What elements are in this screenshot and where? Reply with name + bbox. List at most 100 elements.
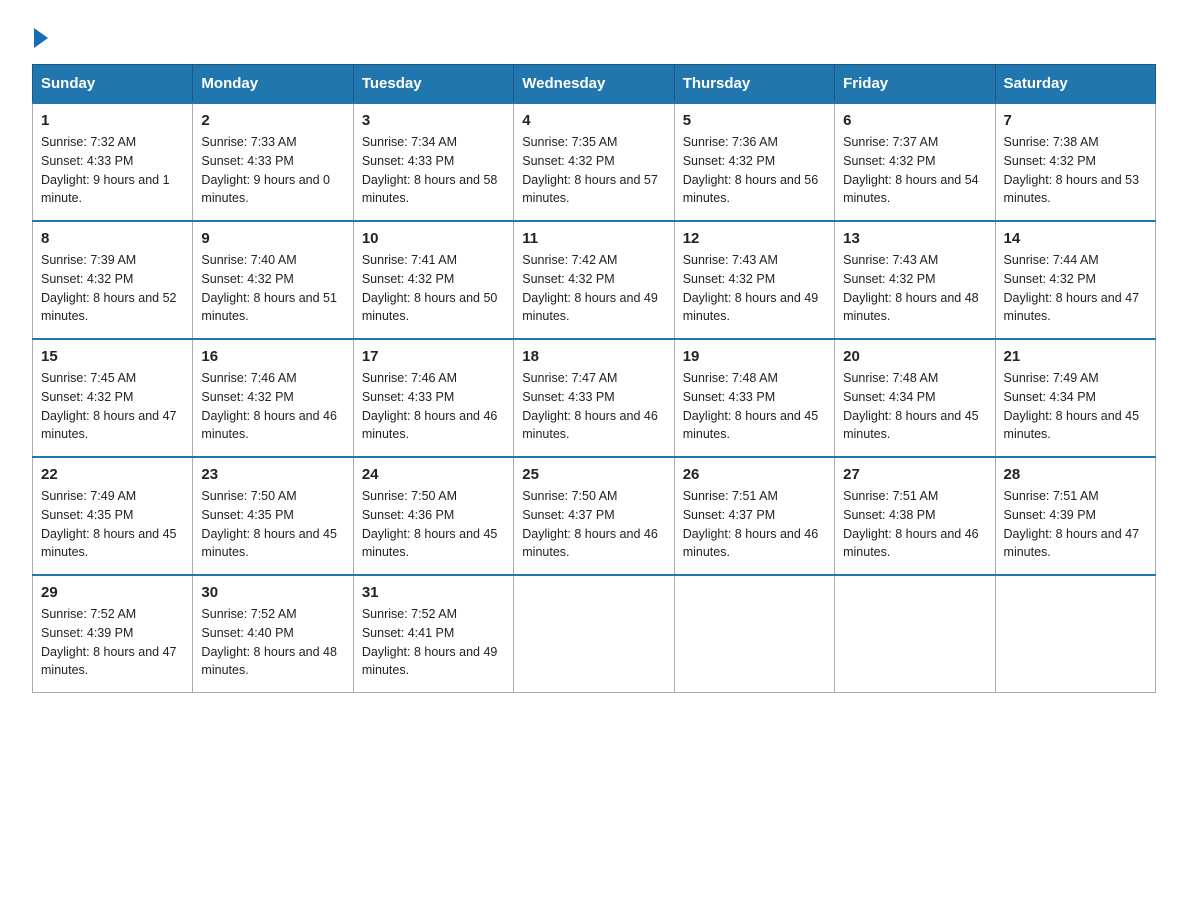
calendar-cell: 11 Sunrise: 7:42 AMSunset: 4:32 PMDayligh… [514, 221, 674, 339]
day-number: 11 [522, 230, 665, 247]
day-info: Sunrise: 7:36 AMSunset: 4:32 PMDaylight:… [683, 133, 826, 208]
day-info: Sunrise: 7:48 AMSunset: 4:33 PMDaylight:… [683, 369, 826, 444]
calendar-cell: 1 Sunrise: 7:32 AMSunset: 4:33 PMDaylight… [33, 103, 193, 221]
day-number: 19 [683, 348, 826, 365]
day-info: Sunrise: 7:46 AMSunset: 4:33 PMDaylight:… [362, 369, 505, 444]
day-number: 25 [522, 466, 665, 483]
col-header-friday: Friday [835, 65, 995, 104]
col-header-wednesday: Wednesday [514, 65, 674, 104]
day-number: 3 [362, 112, 505, 129]
day-info: Sunrise: 7:49 AMSunset: 4:35 PMDaylight:… [41, 487, 184, 562]
day-number: 27 [843, 466, 986, 483]
calendar-cell: 31 Sunrise: 7:52 AMSunset: 4:41 PMDayligh… [353, 575, 513, 693]
calendar-cell [514, 575, 674, 693]
calendar-cell: 29 Sunrise: 7:52 AMSunset: 4:39 PMDayligh… [33, 575, 193, 693]
day-number: 22 [41, 466, 184, 483]
col-header-sunday: Sunday [33, 65, 193, 104]
calendar-cell: 18 Sunrise: 7:47 AMSunset: 4:33 PMDayligh… [514, 339, 674, 457]
calendar-cell: 9 Sunrise: 7:40 AMSunset: 4:32 PMDaylight… [193, 221, 353, 339]
calendar-cell: 12 Sunrise: 7:43 AMSunset: 4:32 PMDayligh… [674, 221, 834, 339]
day-info: Sunrise: 7:35 AMSunset: 4:32 PMDaylight:… [522, 133, 665, 208]
calendar-cell: 27Sunrise: 7:51 AMSunset: 4:38 PMDayligh… [835, 457, 995, 575]
day-info: Sunrise: 7:45 AMSunset: 4:32 PMDaylight:… [41, 369, 184, 444]
day-number: 5 [683, 112, 826, 129]
calendar-cell: 21 Sunrise: 7:49 AMSunset: 4:34 PMDayligh… [995, 339, 1155, 457]
logo [32, 24, 48, 48]
day-info: Sunrise: 7:48 AMSunset: 4:34 PMDaylight:… [843, 369, 986, 444]
calendar-cell: 3 Sunrise: 7:34 AMSunset: 4:33 PMDaylight… [353, 103, 513, 221]
day-number: 8 [41, 230, 184, 247]
day-number: 16 [201, 348, 344, 365]
day-info: Sunrise: 7:34 AMSunset: 4:33 PMDaylight:… [362, 133, 505, 208]
week-row-2: 8 Sunrise: 7:39 AMSunset: 4:32 PMDaylight… [33, 221, 1156, 339]
day-number: 29 [41, 584, 184, 601]
day-number: 18 [522, 348, 665, 365]
day-info: Sunrise: 7:52 AMSunset: 4:40 PMDaylight:… [201, 605, 344, 680]
day-number: 14 [1004, 230, 1147, 247]
calendar-cell: 5 Sunrise: 7:36 AMSunset: 4:32 PMDaylight… [674, 103, 834, 221]
day-info: Sunrise: 7:40 AMSunset: 4:32 PMDaylight:… [201, 251, 344, 326]
day-info: Sunrise: 7:49 AMSunset: 4:34 PMDaylight:… [1004, 369, 1147, 444]
day-info: Sunrise: 7:44 AMSunset: 4:32 PMDaylight:… [1004, 251, 1147, 326]
calendar-cell: 30 Sunrise: 7:52 AMSunset: 4:40 PMDayligh… [193, 575, 353, 693]
day-number: 20 [843, 348, 986, 365]
day-info: Sunrise: 7:43 AMSunset: 4:32 PMDaylight:… [683, 251, 826, 326]
day-info: Sunrise: 7:50 AMSunset: 4:35 PMDaylight:… [201, 487, 344, 562]
day-number: 28 [1004, 466, 1147, 483]
day-number: 31 [362, 584, 505, 601]
calendar-cell: 25Sunrise: 7:50 AMSunset: 4:37 PMDayligh… [514, 457, 674, 575]
calendar-cell: 8 Sunrise: 7:39 AMSunset: 4:32 PMDaylight… [33, 221, 193, 339]
calendar-header-row: SundayMondayTuesdayWednesdayThursdayFrid… [33, 65, 1156, 104]
day-number: 15 [41, 348, 184, 365]
calendar-cell: 2 Sunrise: 7:33 AMSunset: 4:33 PMDaylight… [193, 103, 353, 221]
calendar-cell: 17 Sunrise: 7:46 AMSunset: 4:33 PMDayligh… [353, 339, 513, 457]
calendar-cell: 28Sunrise: 7:51 AMSunset: 4:39 PMDayligh… [995, 457, 1155, 575]
day-number: 23 [201, 466, 344, 483]
day-number: 7 [1004, 112, 1147, 129]
calendar-table: SundayMondayTuesdayWednesdayThursdayFrid… [32, 64, 1156, 693]
calendar-cell: 14 Sunrise: 7:44 AMSunset: 4:32 PMDayligh… [995, 221, 1155, 339]
calendar-cell: 4Sunrise: 7:35 AMSunset: 4:32 PMDaylight… [514, 103, 674, 221]
day-info: Sunrise: 7:50 AMSunset: 4:36 PMDaylight:… [362, 487, 505, 562]
calendar-cell: 20 Sunrise: 7:48 AMSunset: 4:34 PMDayligh… [835, 339, 995, 457]
col-header-thursday: Thursday [674, 65, 834, 104]
day-number: 13 [843, 230, 986, 247]
day-number: 2 [201, 112, 344, 129]
calendar-cell: 16Sunrise: 7:46 AMSunset: 4:32 PMDayligh… [193, 339, 353, 457]
col-header-saturday: Saturday [995, 65, 1155, 104]
calendar-cell: 22 Sunrise: 7:49 AMSunset: 4:35 PMDayligh… [33, 457, 193, 575]
day-number: 1 [41, 112, 184, 129]
day-info: Sunrise: 7:47 AMSunset: 4:33 PMDaylight:… [522, 369, 665, 444]
day-number: 12 [683, 230, 826, 247]
day-number: 21 [1004, 348, 1147, 365]
day-number: 17 [362, 348, 505, 365]
week-row-4: 22 Sunrise: 7:49 AMSunset: 4:35 PMDayligh… [33, 457, 1156, 575]
calendar-cell: 6 Sunrise: 7:37 AMSunset: 4:32 PMDaylight… [835, 103, 995, 221]
calendar-cell: 24Sunrise: 7:50 AMSunset: 4:36 PMDayligh… [353, 457, 513, 575]
calendar-cell [995, 575, 1155, 693]
day-number: 30 [201, 584, 344, 601]
day-info: Sunrise: 7:33 AMSunset: 4:33 PMDaylight:… [201, 133, 344, 208]
calendar-cell: 7 Sunrise: 7:38 AMSunset: 4:32 PMDaylight… [995, 103, 1155, 221]
calendar-cell: 15 Sunrise: 7:45 AMSunset: 4:32 PMDayligh… [33, 339, 193, 457]
col-header-monday: Monday [193, 65, 353, 104]
day-info: Sunrise: 7:52 AMSunset: 4:41 PMDaylight:… [362, 605, 505, 680]
day-info: Sunrise: 7:43 AMSunset: 4:32 PMDaylight:… [843, 251, 986, 326]
day-info: Sunrise: 7:42 AMSunset: 4:32 PMDaylight:… [522, 251, 665, 326]
day-info: Sunrise: 7:39 AMSunset: 4:32 PMDaylight:… [41, 251, 184, 326]
calendar-cell [674, 575, 834, 693]
day-info: Sunrise: 7:32 AMSunset: 4:33 PMDaylight:… [41, 133, 184, 208]
calendar-cell: 13 Sunrise: 7:43 AMSunset: 4:32 PMDayligh… [835, 221, 995, 339]
day-info: Sunrise: 7:52 AMSunset: 4:39 PMDaylight:… [41, 605, 184, 680]
page-header [32, 24, 1156, 48]
week-row-1: 1 Sunrise: 7:32 AMSunset: 4:33 PMDaylight… [33, 103, 1156, 221]
calendar-cell [835, 575, 995, 693]
calendar-cell: 10Sunrise: 7:41 AMSunset: 4:32 PMDayligh… [353, 221, 513, 339]
col-header-tuesday: Tuesday [353, 65, 513, 104]
day-number: 6 [843, 112, 986, 129]
day-info: Sunrise: 7:38 AMSunset: 4:32 PMDaylight:… [1004, 133, 1147, 208]
day-info: Sunrise: 7:37 AMSunset: 4:32 PMDaylight:… [843, 133, 986, 208]
day-number: 9 [201, 230, 344, 247]
day-info: Sunrise: 7:41 AMSunset: 4:32 PMDaylight:… [362, 251, 505, 326]
logo-arrow-icon [34, 28, 48, 48]
